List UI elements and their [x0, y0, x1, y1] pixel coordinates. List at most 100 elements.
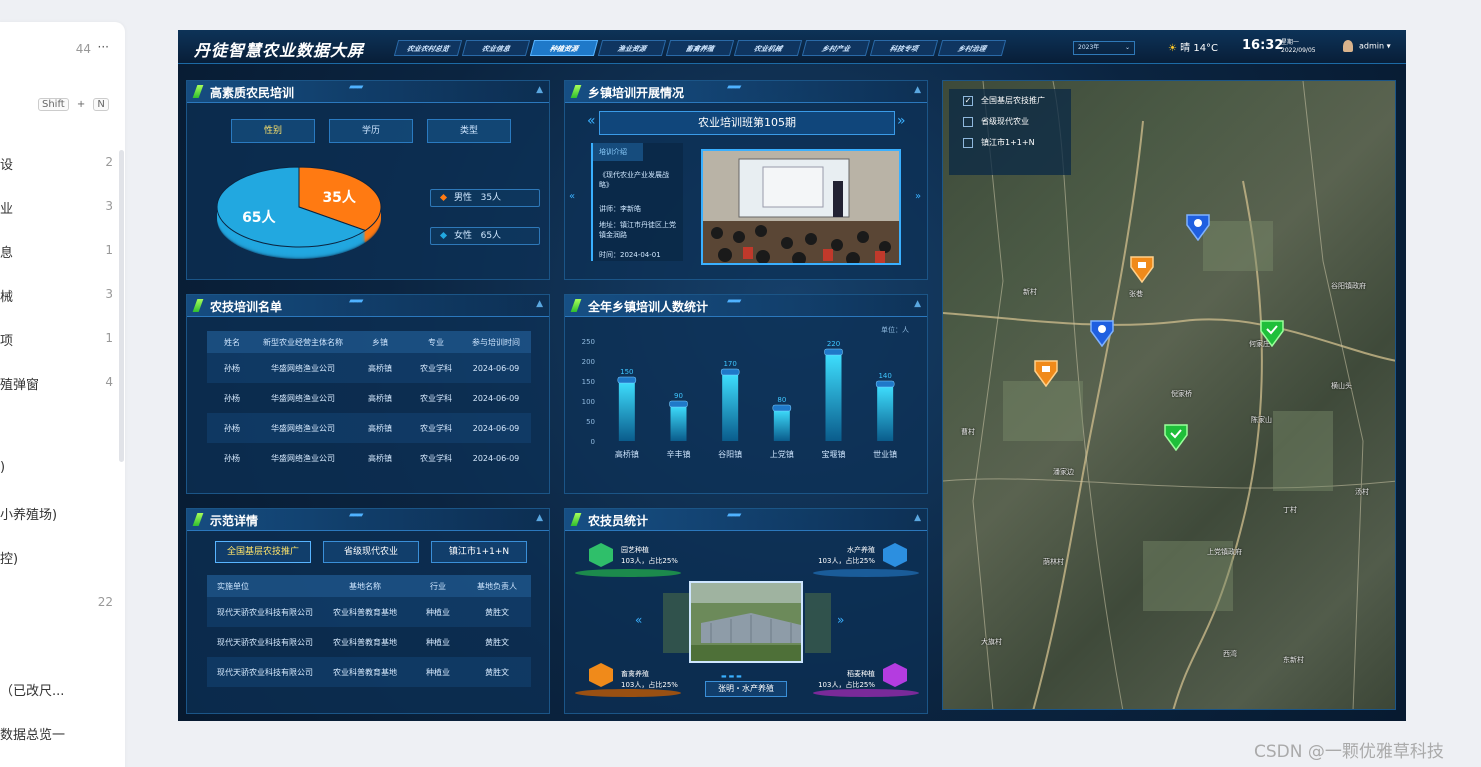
table-row[interactable]: 孙杨 华盛网络渔业公司 高桥镇 农业学科 2024-06-09: [207, 383, 531, 413]
bar[interactable]: [618, 381, 635, 441]
map-pin-orange[interactable]: [1033, 357, 1059, 387]
nav-tab[interactable]: 乡村产业: [801, 40, 871, 56]
prev-image-icon[interactable]: «: [635, 613, 642, 627]
sidebar-scrollbar[interactable]: [119, 150, 124, 462]
training-photo: [701, 149, 901, 265]
bar[interactable]: [825, 353, 842, 441]
table-header: 姓名 新型农业经营主体名称 乡镇 专业 参与培训时间: [207, 331, 531, 353]
gender-pie-chart: 35人 65人: [217, 166, 382, 259]
nav-tab[interactable]: 农业农村总览: [393, 40, 463, 56]
pie-label: 35人: [322, 189, 356, 206]
layer-national[interactable]: ✓ 全国基层农技推广: [949, 89, 1071, 110]
demo-table: 实施单位 基地名称 行业 基地负责人 现代天骄农业科技有限公司 农业科普教育基地 种植业黄…: [207, 575, 531, 687]
map-pin-green[interactable]: [1163, 421, 1189, 451]
doc-count: 44: [75, 42, 91, 56]
prev-period-icon[interactable]: «: [587, 113, 596, 129]
x-tick-label: 辛丰镇: [667, 449, 691, 459]
doc-item[interactable]: 业: [0, 198, 110, 217]
bar-value-label: 170: [723, 360, 736, 368]
y-tick-label: 150: [582, 378, 595, 386]
doc-item[interactable]: 械: [0, 286, 110, 305]
x-tick-label: 上党镇: [770, 449, 794, 459]
map-pin-green[interactable]: [1259, 317, 1285, 347]
panel-tech-staff: 农技员统计 ▰▰▰ ▲ 园艺种植 103人，占比25% 水产养殖 103人，占比25% …: [564, 508, 928, 714]
table-row[interactable]: 孙杨 华盛网络渔业公司 高桥镇 农业学科 2024-06-09: [207, 443, 531, 473]
table-row[interactable]: 现代天骄农业科技有限公司 农业科普教育基地 种植业 黄胜文: [207, 657, 531, 687]
next-slide-icon[interactable]: »: [915, 191, 921, 202]
tab-gender[interactable]: 性别: [231, 119, 315, 143]
doc-sidebar: 44 ··· Shift + N 设 2 业 3 息 1 械 3 项 1 殖弹窗…: [0, 22, 125, 767]
collapse-icon[interactable]: ▲: [914, 85, 921, 95]
panel-title: 示范详情: [210, 514, 259, 528]
tab-type[interactable]: 类型: [427, 119, 511, 143]
doc-item[interactable]: 小养殖场): [0, 504, 110, 523]
bar-cap: [824, 348, 843, 356]
pie-label: 65人: [242, 209, 276, 226]
tab-provincial-agri[interactable]: 省级现代农业: [323, 541, 419, 563]
nav-tab[interactable]: 乡村治理: [937, 40, 1007, 56]
doc-item[interactable]: 息: [0, 242, 110, 261]
x-tick-label: 世业镇: [873, 449, 897, 459]
doc-item[interactable]: 殖弹窗: [0, 374, 110, 393]
bar-cap: [772, 404, 792, 412]
layer-provincial[interactable]: 省级现代农业: [949, 110, 1071, 131]
nav-tab[interactable]: 科技专项: [869, 40, 939, 56]
training-info-card: 培训介绍 《现代农业产业发展战略》 讲师：李新皓 地址：镇江市丹徒区上党镇金润路…: [591, 143, 683, 261]
bar[interactable]: [877, 385, 894, 441]
tab-national-extension[interactable]: 全国基层农技推广: [215, 541, 311, 563]
table-row[interactable]: 现代天骄农业科技有限公司 农业科普教育基地 种植业 黄胜文: [207, 597, 531, 627]
next-image-icon[interactable]: »: [837, 613, 844, 627]
csdn-watermark: CSDN @一颗优雅草科技: [1254, 742, 1444, 762]
panel-tech-training-list: 农技培训名单 ▰▰▰ ▲ 姓名 新型农业经营主体名称 乡镇 专业 参与培训时间 孙杨 华盛网络…: [186, 294, 550, 494]
horticulture-icon: [589, 543, 613, 567]
table-row[interactable]: 现代天骄农业科技有限公司 农业科普教育基地 种植业 黄胜文: [207, 627, 531, 657]
collapse-icon[interactable]: ▲: [536, 85, 543, 95]
nav-tab[interactable]: 畜禽养殖: [665, 40, 735, 56]
panel-annual-training-chart: 全年乡镇培训人数统计 ▰▰▰ ▲ 单位：人 0 50 100 150 200 250 150 高桥…: [564, 294, 928, 494]
date: 星期一 2022/09/05: [1281, 39, 1316, 54]
table-row[interactable]: 孙杨 华盛网络渔业公司 高桥镇 农业学科 2024-06-09: [207, 353, 531, 383]
dashboard-screen: 丹徒智慧农业数据大屏 农业农村总览 农业信息 种植资源 渔业资源 畜禽养殖 农业…: [178, 30, 1406, 721]
nav-tab[interactable]: 渔业资源: [597, 40, 667, 56]
prev-slide-icon[interactable]: «: [569, 191, 575, 202]
nav-tab-active[interactable]: 种植资源: [529, 40, 599, 56]
tab-zhenjiang[interactable]: 镇江市1+1+N: [431, 541, 527, 563]
collapse-icon[interactable]: ▲: [536, 299, 543, 309]
map-pin-blue[interactable]: [1185, 211, 1211, 241]
doc-item[interactable]: （已改尺...: [0, 680, 110, 699]
collapse-icon[interactable]: ▲: [914, 299, 921, 309]
map-pin-blue[interactable]: [1089, 317, 1115, 347]
doc-item[interactable]: 项: [0, 330, 110, 349]
shift-key: Shift: [38, 98, 69, 111]
nav-tab[interactable]: 农业机械: [733, 40, 803, 56]
chevron-down-icon: ⌄: [1124, 44, 1130, 51]
more-icon[interactable]: ···: [98, 40, 109, 54]
doc-item[interactable]: 数据总览一: [0, 724, 110, 743]
new-shortcut: Shift + N: [38, 96, 118, 111]
stat-aquaculture: 水产养殖 103人，占比25%: [818, 546, 875, 565]
panel-farmer-training: 高素质农民培训 ▰▰▰ ▲ 性别 学历 类型 35人 65人 男性 35人 女性 65…: [186, 80, 550, 280]
y-tick-label: 0: [591, 438, 595, 446]
top-bar: 丹徒智慧农业数据大屏 农业农村总览 农业信息 种植资源 渔业资源 畜禽养殖 农业…: [178, 30, 1406, 64]
satellite-map[interactable]: ✓ 全国基层农技推广 省级现代农业 镇江市1+1+N 谷阳镇政府 何家庄 横山头 …: [942, 80, 1396, 710]
year-select[interactable]: 2023年 ⌄: [1073, 41, 1135, 55]
bar[interactable]: [773, 409, 790, 441]
collapse-icon[interactable]: ▲: [914, 513, 921, 523]
doc-item[interactable]: 设: [0, 154, 110, 173]
panel-title: 高素质农民培训: [210, 86, 295, 100]
table-row[interactable]: 孙杨 华盛网络渔业公司 高桥镇 农业学科 2024-06-09: [207, 413, 531, 443]
panel-demo-details: 示范详情 ▰▰▰ ▲ 全国基层农技推广 省级现代农业 镇江市1+1+N 实施单位 基地…: [186, 508, 550, 714]
tab-education[interactable]: 学历: [329, 119, 413, 143]
collapse-icon[interactable]: ▲: [536, 513, 543, 523]
nav-tab[interactable]: 农业信息: [461, 40, 531, 56]
doc-item[interactable]: ): [0, 460, 110, 475]
clock: 16:32: [1242, 38, 1284, 53]
bar[interactable]: [722, 373, 739, 441]
user-menu[interactable]: admin ▾: [1343, 40, 1391, 52]
carousel-dots[interactable]: ▬ ▬ ▬: [721, 673, 742, 680]
map-pin-orange[interactable]: [1129, 253, 1155, 283]
layer-zhenjiang[interactable]: 镇江市1+1+N: [949, 131, 1071, 152]
next-period-icon[interactable]: »: [897, 113, 906, 129]
bar[interactable]: [670, 405, 687, 441]
doc-item[interactable]: 控): [0, 548, 110, 567]
